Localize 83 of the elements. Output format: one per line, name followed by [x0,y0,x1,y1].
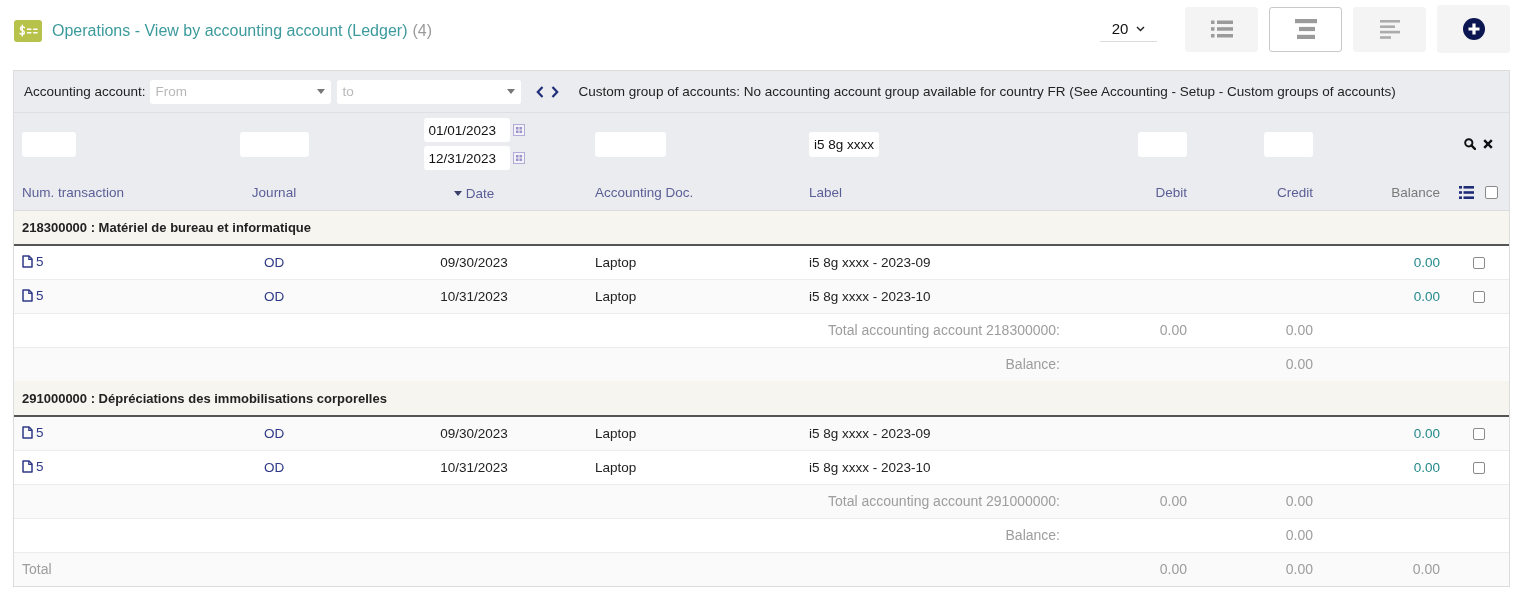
item-count: (4) [412,22,433,40]
add-button[interactable] [1437,5,1510,53]
bars-icon [1294,19,1317,39]
checkbox[interactable] [1472,428,1485,441]
table-text: 09/30/2023 [440,425,508,441]
align-left-icon [1379,19,1400,39]
close-icon[interactable] [1483,139,1493,149]
checkbox[interactable] [1472,461,1485,474]
column-header[interactable]: Debit [1155,184,1187,200]
total-label: Total accounting account 291000000: [828,493,1060,509]
calendar-icon[interactable] [512,152,525,164]
column-header[interactable]: Credit [1277,184,1313,200]
total-amount: 0.00 [1285,322,1313,338]
document-icon [22,288,33,302]
next-button[interactable] [550,85,559,98]
chevron-down-icon [1136,25,1146,32]
total-label: Total accounting account 218300000: [828,322,1060,338]
table-text: 10/31/2023 [440,459,508,475]
table-text: Laptop [595,459,637,475]
document-icon [22,254,33,268]
total-amount: 0.00 [1412,561,1440,578]
checkbox[interactable] [1485,185,1498,199]
table-text: 09/30/2023 [440,254,508,270]
table-text: Laptop [595,425,637,441]
total-label: Balance: [1005,356,1060,373]
transaction-link[interactable]: 5 [22,458,44,474]
sort-caret-icon [453,190,462,196]
table-text: Laptop [595,254,637,270]
table-text: 10/31/2023 [440,288,508,304]
table-text: i5 8g xxxx - 2023-10 [809,459,931,475]
chevron-left-icon [535,85,544,98]
total-amount: 0.00 [1285,561,1313,578]
column-header[interactable]: Date [453,185,495,201]
page-size-select[interactable]: 20 [1100,16,1157,42]
journal-link[interactable]: OD [263,459,285,475]
table-text: i5 8g xxxx - 2023-09 [809,425,931,441]
transaction-link[interactable]: 5 [22,253,44,269]
calendar-icon[interactable] [512,124,525,136]
view-mode-button[interactable] [1269,6,1342,52]
journal-link[interactable]: OD [263,254,285,270]
total-amount: 0.00 [1285,493,1313,509]
money-icon [14,20,42,42]
filter-label: Accounting account: [24,84,146,99]
total-amount: 0.00 [1285,356,1313,373]
transaction-link[interactable]: 5 [22,287,44,303]
balance-amount: 0.00 [1413,459,1440,475]
journal-link[interactable]: OD [263,288,285,304]
document-icon [22,459,33,473]
table-text: Laptop [595,288,637,304]
filter-field[interactable]: i5 8g xxxx [809,131,879,157]
table-text: i5 8g xxxx - 2023-09 [809,254,931,270]
balance-amount: 0.00 [1413,425,1440,441]
transaction-link[interactable]: 5 [22,424,44,440]
column-header[interactable]: Label [809,184,843,200]
list-icon [1210,20,1233,38]
column-header: Balance [1391,184,1440,200]
document-icon [22,425,33,439]
journal-link[interactable]: OD [263,425,285,441]
date-field[interactable]: 01/01/2023 [423,118,510,142]
previous-button[interactable] [535,85,544,98]
total-amount: 0.00 [1159,493,1187,509]
date-field[interactable]: 12/31/2023 [423,146,510,170]
search-icon[interactable] [1464,138,1476,150]
total-amount: 0.00 [1159,561,1187,578]
total-amount: 0.00 [1285,527,1313,543]
total-amount: 0.00 [1159,322,1187,338]
column-header[interactable]: Journal [251,184,297,200]
dropdown-caret-icon [506,89,515,94]
account-group-title: 218300000 : Matériel de bureau et informatique [22,219,311,235]
balance-amount: 0.00 [1413,254,1440,270]
chevron-right-icon [550,85,559,98]
account-group-title: 291000000 : Dépréciations des immobilisations corporelles [22,390,387,406]
total-label: Total [22,561,52,578]
table-text: i5 8g xxxx - 2023-10 [809,288,931,304]
column-list-icon[interactable] [1459,185,1474,199]
info-text: Custom group of accounts: No accounting account group available for country FR (See Accounting - Setup - Custom groups of accounts) [578,84,1396,99]
checkbox[interactable] [1472,257,1485,270]
checkbox[interactable] [1472,290,1485,303]
dropdown-caret-icon [316,89,325,94]
plus-circle-icon [1462,18,1485,40]
total-label: Balance: [1005,527,1060,543]
page-title: Operations - View by accounting account (Ledger) [52,22,408,40]
balance-amount: 0.00 [1413,288,1440,304]
